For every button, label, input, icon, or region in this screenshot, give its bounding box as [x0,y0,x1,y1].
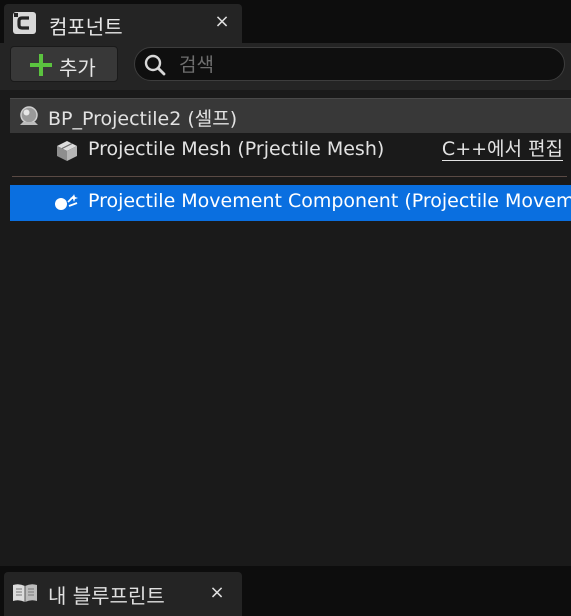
tree-item-projectile-mesh[interactable]: Projectile Mesh (Prjectile Mesh) C++에서 편… [10,134,571,168]
actor-sphere-icon [17,104,41,128]
toolbar: 추가 [0,43,571,90]
book-icon [11,582,39,604]
edit-in-cpp-link[interactable]: C++에서 편집 [441,138,563,161]
tree-root-row[interactable]: BP_Projectile2 (셀프) [10,98,571,133]
tree-item-label: Projectile Mesh (Prjectile Mesh) [88,138,385,160]
tree-root-label: BP_Projectile2 (셀프) [48,108,238,130]
components-panel: 추가 BP_Projectile2 (셀프) [0,43,571,566]
bottom-tab-strip: 내 블루프린트 × [0,566,571,616]
search-input[interactable] [177,51,551,79]
component-c-icon [13,12,36,34]
tree-item-projectile-movement[interactable]: Projectile Movement Component (Projectil… [10,185,571,221]
static-mesh-icon [54,139,80,163]
close-icon[interactable]: × [207,582,227,603]
top-tab-strip: 컴포넌트 × [0,0,571,43]
movement-component-icon [53,191,81,215]
search-box[interactable] [134,47,565,81]
tab-title: 컴포넌트 [49,15,123,39]
add-button-label: 추가 [59,56,96,80]
tab-components[interactable]: 컴포넌트 × [4,4,242,43]
add-component-button[interactable]: 추가 [10,46,118,82]
tab-title: 내 블루프린트 [48,584,165,608]
tree-item-label: Projectile Movement Component (Projectil… [88,190,571,212]
search-icon [143,53,167,77]
tab-my-blueprint[interactable]: 내 블루프린트 × [4,572,242,616]
close-icon[interactable]: × [212,11,232,32]
divider [12,176,567,177]
plus-icon [30,54,52,76]
